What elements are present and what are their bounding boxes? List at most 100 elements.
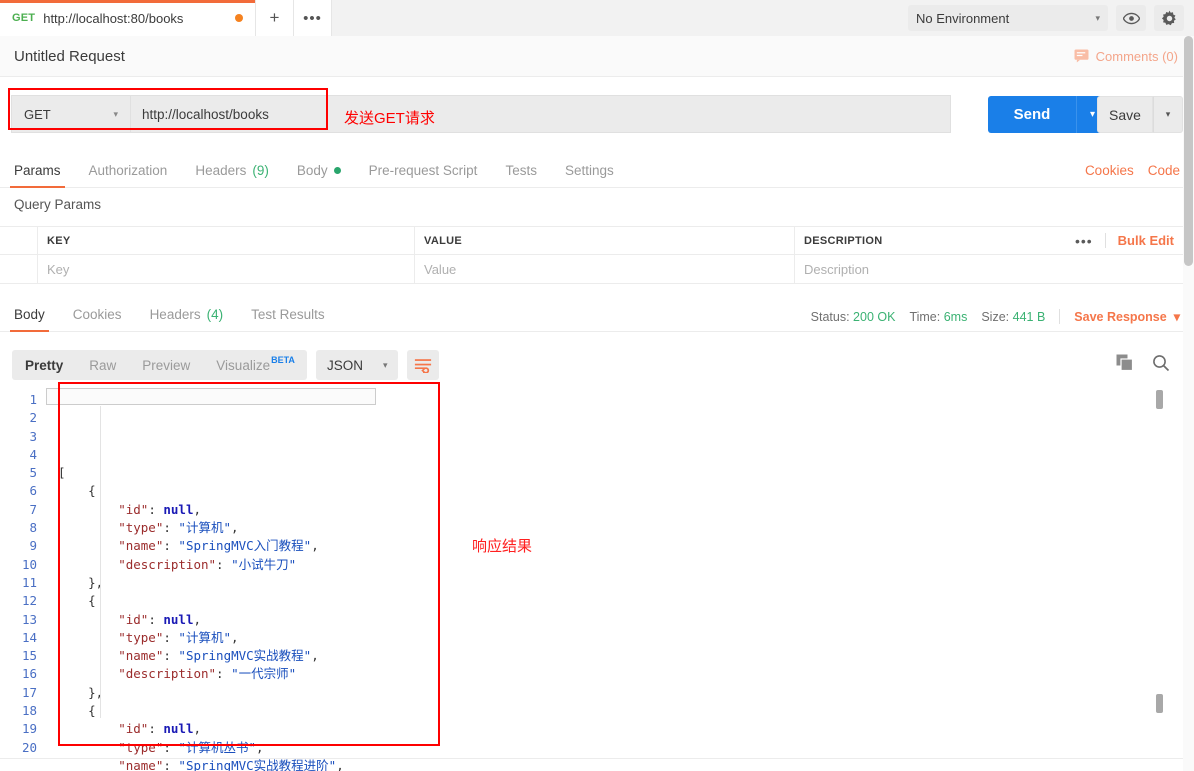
tab-headers[interactable]: Headers (9) xyxy=(181,163,283,187)
response-annotation-text: 响应结果 xyxy=(472,538,533,555)
line-number: 1 xyxy=(29,392,37,407)
tab-body[interactable]: Body xyxy=(283,163,355,187)
status-value: 200 OK xyxy=(853,309,896,324)
row-checkbox-cell[interactable] xyxy=(0,255,38,283)
code-line: "type": "计算机", xyxy=(58,629,239,645)
url-bar-section: GET ▾ http://localhost/books 发送GET请求 Sen… xyxy=(0,77,1194,151)
query-params-more-button[interactable]: ••• xyxy=(1075,233,1093,249)
line-number: 3 xyxy=(29,428,37,444)
line-number: 15 xyxy=(21,648,37,664)
view-mode-raw[interactable]: Raw xyxy=(76,350,129,380)
code-scroll-indicator-top[interactable] xyxy=(1156,390,1163,409)
tab-params[interactable]: Params xyxy=(0,163,75,188)
settings-button[interactable] xyxy=(1154,5,1184,31)
wrap-lines-icon xyxy=(415,358,432,373)
row-description-cell[interactable]: Description xyxy=(795,255,1186,283)
send-button[interactable]: Send xyxy=(988,96,1076,133)
chevron-down-icon: ▾ xyxy=(113,108,118,119)
code-line: "description": "一代宗师" xyxy=(58,666,297,682)
environment-select[interactable]: No Environment ▾ xyxy=(908,5,1108,31)
http-method-label: GET xyxy=(24,106,51,122)
save-button[interactable]: Save xyxy=(1097,96,1153,133)
comment-icon xyxy=(1074,49,1089,63)
wrap-lines-button[interactable] xyxy=(407,350,440,380)
line-number: 18 xyxy=(21,703,37,719)
code-line: { xyxy=(58,483,96,499)
time-group: Time: 6ms xyxy=(909,310,967,324)
search-button[interactable] xyxy=(1152,354,1170,377)
line-number: 20 xyxy=(21,739,37,755)
line-number: 17 xyxy=(21,684,37,700)
response-tab-cookies[interactable]: Cookies xyxy=(59,307,136,331)
tab-pre-request-script[interactable]: Pre-request Script xyxy=(355,163,492,187)
view-mode-preview[interactable]: Preview xyxy=(129,350,203,380)
environment-selected-label: No Environment xyxy=(916,10,1010,26)
row-value-cell[interactable]: Value xyxy=(415,255,795,283)
header-key-label: KEY xyxy=(47,234,71,247)
query-params-table: KEY VALUE DESCRIPTION ••• Bulk Edit Key … xyxy=(0,226,1186,284)
environment-quick-look-button[interactable] xyxy=(1116,5,1146,31)
view-mode-visualize[interactable]: Visualize BETA xyxy=(203,350,307,380)
send-button-group: Send ▾ xyxy=(988,96,1108,133)
search-icon xyxy=(1153,354,1170,371)
tab-settings[interactable]: Settings xyxy=(551,163,628,187)
response-tab-headers-label: Headers xyxy=(149,307,201,322)
copy-button[interactable] xyxy=(1116,354,1134,377)
time-label: Time: xyxy=(909,309,941,324)
unsaved-dot-icon xyxy=(235,14,243,22)
response-tab-body[interactable]: Body xyxy=(0,307,59,332)
query-params-empty-row: Key Value Description xyxy=(0,255,1186,284)
cookies-link[interactable]: Cookies xyxy=(1085,163,1134,178)
header-checkbox-cell xyxy=(0,227,38,254)
response-format-select[interactable]: JSON ▾ xyxy=(315,350,399,380)
query-params-tools: ••• Bulk Edit xyxy=(1075,233,1186,249)
response-tab-test-results[interactable]: Test Results xyxy=(237,307,339,331)
url-annotation-text: 发送GET请求 xyxy=(344,110,435,127)
line-number: 2 xyxy=(29,410,37,426)
chevron-down-icon: ▾ xyxy=(1173,310,1180,324)
tab-authorization[interactable]: Authorization xyxy=(75,163,182,187)
chevron-down-icon: ▾ xyxy=(382,359,388,370)
request-tabs: Params Authorization Headers (9) Body Pr… xyxy=(0,151,1194,188)
url-input-value: http://localhost/books xyxy=(142,106,269,122)
response-format-label: JSON xyxy=(326,357,363,373)
code-line: "type": "计算机丛书", xyxy=(58,739,264,755)
http-method-select[interactable]: GET ▾ xyxy=(11,95,131,133)
code-line: "id": null, xyxy=(58,721,202,737)
url-input[interactable]: http://localhost/books xyxy=(131,95,951,133)
response-meta: Status: 200 OK Time: 6ms Size: 441 B Sav… xyxy=(811,309,1194,331)
header-key-cell: KEY xyxy=(38,227,415,254)
view-mode-pretty[interactable]: Pretty xyxy=(12,350,76,380)
save-response-button[interactable]: Save Response ▾ xyxy=(1074,309,1180,325)
divider xyxy=(1059,309,1061,324)
environment-controls: No Environment ▾ xyxy=(908,0,1184,36)
header-description-cell: DESCRIPTION ••• Bulk Edit xyxy=(795,227,1186,254)
header-value-label: VALUE xyxy=(424,234,462,247)
row-key-cell[interactable]: Key xyxy=(38,255,415,283)
chevron-down-icon: ▾ xyxy=(1095,12,1100,23)
tab-headers-count: (9) xyxy=(252,163,269,178)
value-input-placeholder: Value xyxy=(424,261,457,277)
response-viewer-toolbar: Pretty Raw Preview Visualize BETA JSON ▾ xyxy=(0,345,1194,385)
body-present-dot-icon xyxy=(333,167,341,174)
comments-button[interactable]: Comments (0) xyxy=(1074,49,1178,64)
page-scrollbar-track[interactable] xyxy=(1183,36,1194,771)
copy-icon xyxy=(1116,354,1134,371)
request-title: Untitled Request xyxy=(14,47,125,65)
tab-body-label: Body xyxy=(296,163,328,178)
code-scroll-indicator-bottom[interactable] xyxy=(1156,694,1163,713)
bulk-edit-button[interactable]: Bulk Edit xyxy=(1118,233,1174,248)
page-scrollbar-thumb[interactable] xyxy=(1184,36,1193,266)
save-button-group: Save ▾ xyxy=(1097,96,1183,133)
response-body-viewer[interactable]: 1 2 3 4 5 6 7 8 9 10 11 12 13 14 15 16 17 18 19 20 [ { "id"… xyxy=(0,388,1160,771)
code-link[interactable]: Code xyxy=(1148,163,1180,178)
tab-more-options-button[interactable]: ••• xyxy=(294,0,332,36)
response-tab-headers[interactable]: Headers (4) xyxy=(136,307,238,331)
save-options-button[interactable]: ▾ xyxy=(1153,96,1183,133)
new-tab-button[interactable]: + xyxy=(256,0,294,36)
line-number: 5 xyxy=(29,465,37,481)
request-tab[interactable]: GET http://localhost:80/books xyxy=(0,0,256,36)
json-code-content[interactable]: [ { "id": null, "type": "计算机", "name": "… xyxy=(46,388,1160,771)
tab-tests[interactable]: Tests xyxy=(491,163,551,187)
key-input-placeholder: Key xyxy=(47,261,70,277)
